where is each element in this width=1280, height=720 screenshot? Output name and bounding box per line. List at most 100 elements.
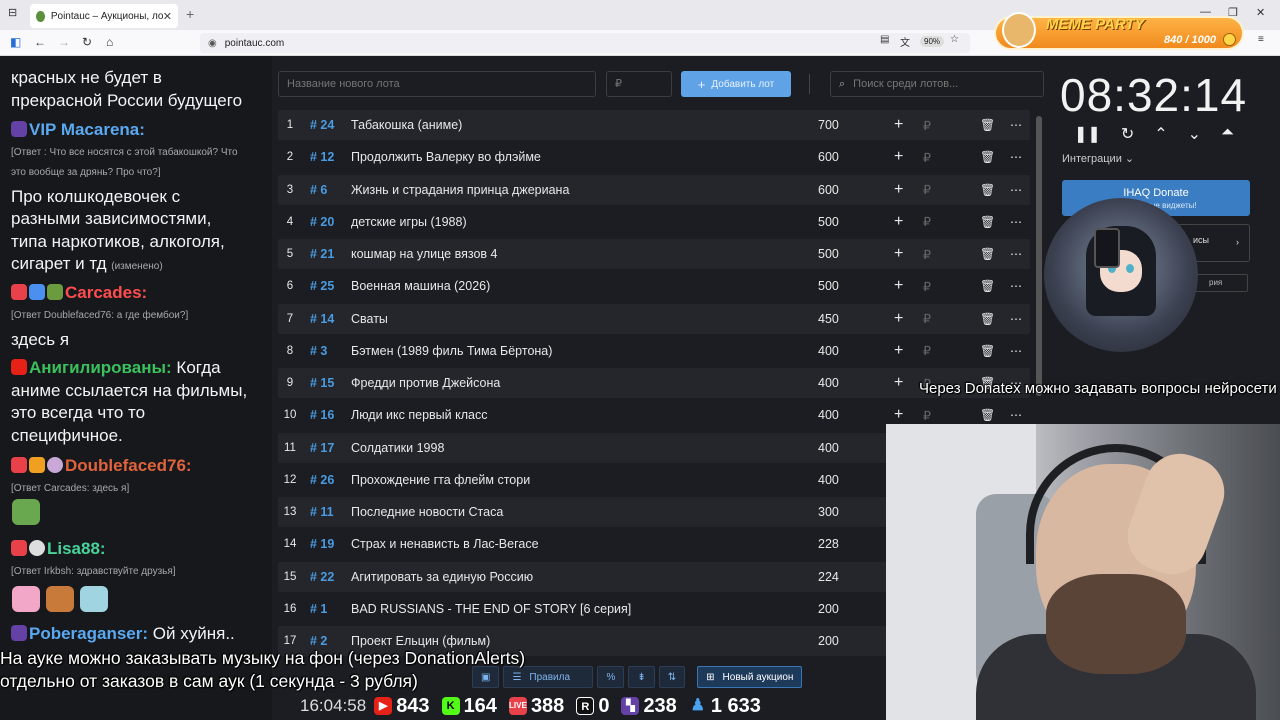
lot-name: Жизнь и страдания принца джериана xyxy=(351,182,570,197)
lot-row[interactable]: 1 # 24 Табакошка (аниме) 700 + ₽ 🗑 ⋯ xyxy=(278,110,1030,140)
translate-icon[interactable]: 文 xyxy=(900,34,910,49)
zoom-level[interactable]: 90% xyxy=(920,36,945,47)
sort-button[interactable]: ⇅ xyxy=(658,666,686,688)
emote-badge-icon xyxy=(47,284,63,300)
add-amount-icon[interactable]: + xyxy=(894,181,903,199)
lot-row[interactable]: 2 # 12 Продолжить Валерку во флэйме 600 + ₽ 🗑 ⋯ xyxy=(278,142,1030,172)
ruble-icon[interactable]: ₽ xyxy=(923,118,931,133)
forward-icon[interactable]: → xyxy=(58,35,70,49)
more-icon[interactable]: ⋯ xyxy=(1010,312,1022,326)
ruble-icon[interactable]: ₽ xyxy=(923,311,931,326)
lot-row[interactable]: 6 # 25 Военная машина (2026) 500 + ₽ 🗑 ⋯ xyxy=(278,271,1030,301)
lot-row[interactable]: 7 # 14 Сваты 450 + ₽ 🗑 ⋯ xyxy=(278,303,1030,334)
lot-amount: 400 xyxy=(818,408,839,423)
chat-message: Анигилированы: Когда xyxy=(11,357,221,380)
delete-icon[interactable]: 🗑 xyxy=(980,215,995,229)
delete-icon[interactable]: 🗑 xyxy=(980,279,995,293)
ruble-icon[interactable]: ₽ xyxy=(923,182,931,197)
add-amount-icon[interactable]: + xyxy=(894,374,903,392)
lot-row[interactable]: 3 # 6 Жизнь и страдания принца джериана 600… xyxy=(278,174,1030,205)
chat-nick: Poberaganser: xyxy=(29,624,149,643)
more-icon[interactable]: ⋯ xyxy=(1010,150,1022,164)
ruble-icon[interactable]: ₽ xyxy=(923,343,931,358)
lot-search-input[interactable]: ⌕ Поиск среди лотов... xyxy=(830,71,1044,97)
reader-icon[interactable]: ▤ xyxy=(880,34,889,45)
add-lot-label: Добавить лот xyxy=(711,78,775,90)
add-amount-icon[interactable]: + xyxy=(894,310,903,328)
viewers-icon: ♟ xyxy=(690,697,705,714)
more-icon[interactable]: ⋯ xyxy=(1010,183,1022,197)
close-window-icon[interactable]: ✕ xyxy=(1256,6,1265,19)
delete-icon[interactable]: 🗑 xyxy=(980,183,995,197)
chat-line: это всегда что то xyxy=(11,403,146,422)
lot-id: # 26 xyxy=(310,472,335,487)
chat-message: Poberaganser: Ой хуйня.. xyxy=(11,623,235,646)
add-amount-icon[interactable]: + xyxy=(894,342,903,360)
reload-icon[interactable]: ↻ xyxy=(82,35,92,49)
new-tab-icon[interactable]: + xyxy=(186,6,194,22)
more-icon[interactable]: ⋯ xyxy=(1010,408,1022,422)
close-tab-icon[interactable]: ✕ xyxy=(163,10,172,23)
restart-icon[interactable]: ↻ xyxy=(1121,124,1134,144)
bookmark-star-icon[interactable]: ☆ xyxy=(950,34,959,45)
home-icon[interactable]: ⌂ xyxy=(106,35,113,49)
lot-row[interactable]: 5 # 21 кошмар на улице вязов 4 500 + ₽ 🗑 ⋯ xyxy=(278,239,1030,269)
scrollbar[interactable] xyxy=(1036,116,1042,396)
add-amount-icon[interactable]: + xyxy=(894,406,903,424)
chat-message: сигарет и тд (изменено) xyxy=(11,253,163,279)
ruble-icon[interactable]: ₽ xyxy=(923,247,931,262)
lot-amount-input[interactable] xyxy=(606,71,672,97)
add-lot-button[interactable]: + Добавить лот xyxy=(681,71,791,97)
delete-icon[interactable]: 🗑 xyxy=(980,247,995,261)
tab-list-icon[interactable]: ⊟ xyxy=(8,6,17,19)
integrations-dropdown[interactable]: Интеграции ⌄ xyxy=(1062,152,1134,165)
add-amount-icon[interactable]: + xyxy=(894,116,903,134)
delete-icon[interactable]: 🗑 xyxy=(980,408,995,422)
pause-icon[interactable]: ❚❚ xyxy=(1074,124,1101,144)
lot-index: 15 xyxy=(283,570,297,583)
delete-icon[interactable]: 🗑 xyxy=(980,150,995,164)
lot-row[interactable]: 4 # 20 детские игры (1988) 500 + ₽ 🗑 ⋯ xyxy=(278,207,1030,237)
stream-stats-bar: 16:04:58 ▶ 843 K 164 LIVE 388 R0 ▚ 238 ♟ 1 63… xyxy=(300,692,890,720)
more-icon[interactable]: ⋯ xyxy=(1010,247,1022,261)
more-icon[interactable]: ⋯ xyxy=(1010,279,1022,293)
lot-amount: 400 xyxy=(818,376,839,390)
ruble-icon[interactable]: ₽ xyxy=(923,279,931,294)
collapse-icon[interactable]: ⏶ xyxy=(1221,124,1234,144)
stream-clock: 16:04:58 xyxy=(300,696,367,715)
browser-tab[interactable]: Pointauc – Аукционы, лотереи ✕ xyxy=(30,4,178,28)
youtube-count: 843 xyxy=(396,694,430,717)
add-amount-icon[interactable]: + xyxy=(894,245,903,263)
lot-row[interactable]: 9 # 15 Фредди против Джейсона 400 + ₽ 🗑 ⋯ xyxy=(278,368,1030,398)
ruble-icon[interactable]: ₽ xyxy=(923,408,931,423)
back-icon[interactable]: ← xyxy=(34,35,46,49)
chat-text: Когда xyxy=(176,358,221,377)
delete-icon[interactable]: 🗑 xyxy=(980,118,995,132)
more-icon[interactable]: ⋯ xyxy=(1010,344,1022,358)
lot-index: 5 xyxy=(286,248,294,260)
chevron-up-icon[interactable]: ⌃ xyxy=(1154,124,1167,144)
delete-icon[interactable]: 🗑 xyxy=(980,312,995,326)
lot-name: Агитировать за единую Россию xyxy=(351,569,534,584)
delete-icon[interactable]: 🗑 xyxy=(980,344,995,358)
subtitle-line-1: На ауке можно заказывать музыку на фон (… xyxy=(0,648,526,668)
add-amount-icon[interactable]: + xyxy=(894,277,903,295)
ruble-icon[interactable]: ₽ xyxy=(923,214,931,229)
more-icon[interactable]: ⋯ xyxy=(1010,118,1022,132)
add-amount-icon[interactable]: + xyxy=(894,213,903,231)
ruble-icon[interactable]: ₽ xyxy=(923,150,931,165)
chevron-down-icon[interactable]: ⌄ xyxy=(1188,124,1201,144)
site-info-icon[interactable]: ◉ xyxy=(208,38,217,49)
add-amount-icon[interactable]: + xyxy=(894,148,903,166)
lot-row[interactable]: 8 # 3 Бэтмен (1989 филь Тима Бёртона) 400 + ₽… xyxy=(278,336,1030,366)
lot-id: # 12 xyxy=(310,150,335,165)
split-button[interactable]: ⇟ xyxy=(628,666,655,688)
sidebar-icon[interactable]: ◧ xyxy=(10,35,21,49)
menu-icon[interactable]: ≡ xyxy=(1258,34,1264,45)
percent-button[interactable]: % xyxy=(597,666,625,688)
lot-name-input[interactable] xyxy=(278,71,596,97)
twitch-icon: ▚ xyxy=(621,697,640,715)
url-bar[interactable]: ◉ pointauc.com xyxy=(200,33,970,53)
more-icon[interactable]: ⋯ xyxy=(1010,215,1022,229)
new-auction-button[interactable]: ⊞ Новый аукцион xyxy=(697,666,803,688)
